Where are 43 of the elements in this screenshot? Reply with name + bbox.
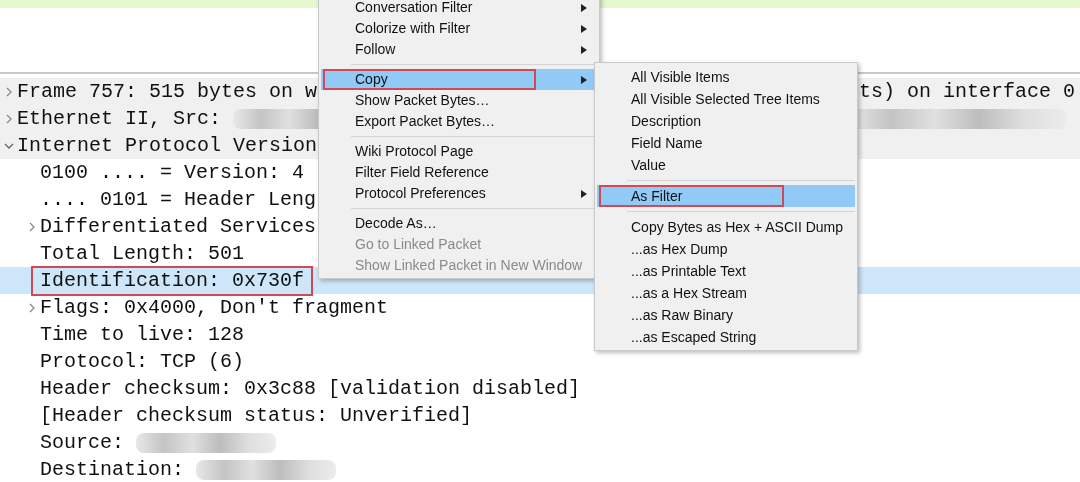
menu-item[interactable]: All Visible Items xyxy=(597,66,855,88)
tree-row-text[interactable]: Time to live: 128 xyxy=(40,322,245,347)
menu-item[interactable]: Description xyxy=(597,110,855,132)
submenu-arrow-icon xyxy=(581,76,587,84)
tree-row-text[interactable]: Identification: 0x730f xyxy=(34,268,311,293)
tree-row-text[interactable]: Source: xyxy=(40,430,124,455)
tree-row-text[interactable]: Flags: 0x4000, Don't fragment xyxy=(40,295,389,320)
menu-item[interactable]: Protocol Preferences xyxy=(321,183,597,204)
menu-item[interactable]: Show Packet Bytes… xyxy=(321,90,597,111)
tree-row-text[interactable]: Total Length: 501 xyxy=(40,241,245,266)
menu-item[interactable]: Field Name xyxy=(597,132,855,154)
menu-item[interactable]: Decode As… xyxy=(321,213,597,234)
tree-row-text[interactable]: Internet Protocol Version xyxy=(17,133,318,158)
tree-row-text[interactable]: 0100 .... = Version: 4 xyxy=(40,160,305,185)
menu-item[interactable]: Colorize with Filter xyxy=(321,18,597,39)
menu-item[interactable]: Wiki Protocol Page xyxy=(321,141,597,162)
menu-item[interactable]: Export Packet Bytes… xyxy=(321,111,597,132)
tree-row-text[interactable]: Destination: xyxy=(40,457,185,482)
tree-row-text[interactable]: Header checksum: 0x3c88 [validation disabled] xyxy=(40,376,581,401)
menu-item[interactable]: ...as Escaped String xyxy=(597,326,855,348)
menu-item[interactable]: Value xyxy=(597,154,855,176)
submenu-arrow-icon xyxy=(581,46,587,54)
menu-item[interactable]: All Visible Selected Tree Items xyxy=(597,88,855,110)
menu-item[interactable]: Conversation Filter xyxy=(321,0,597,18)
menu-item[interactable]: ...as Hex Dump xyxy=(597,238,855,260)
tree-row-text[interactable]: .... 0101 = Header Leng xyxy=(40,187,317,212)
menu-item[interactable]: Copy Bytes as Hex + ASCII Dump xyxy=(597,216,855,238)
menu-item[interactable]: As Filter xyxy=(597,185,855,207)
tree-row-text[interactable]: Differentiated Services xyxy=(40,214,317,239)
submenu-arrow-icon xyxy=(581,25,587,33)
menu-item[interactable]: ...as Raw Binary xyxy=(597,304,855,326)
submenu-arrow-icon xyxy=(581,190,587,198)
menu-item[interactable]: Follow xyxy=(321,39,597,60)
tree-row-text[interactable]: Ethernet II, Src: xyxy=(17,106,222,131)
menu-item[interactable]: Filter Field Reference xyxy=(321,162,597,183)
menu-item[interactable]: ...as a Hex Stream xyxy=(597,282,855,304)
tree-row-text[interactable]: Frame 757: 515 bytes on w xyxy=(17,79,318,104)
menu-item[interactable]: ...as Printable Text xyxy=(597,260,855,282)
tree-row-text[interactable]: [Header checksum status: Unverified] xyxy=(40,403,473,428)
tree-row-text: ts) on interface 0 xyxy=(858,79,1075,104)
menu-item[interactable]: Copy xyxy=(321,69,597,90)
submenu-arrow-icon xyxy=(581,4,587,12)
tree-row-text[interactable]: Protocol: TCP (6) xyxy=(40,349,245,374)
